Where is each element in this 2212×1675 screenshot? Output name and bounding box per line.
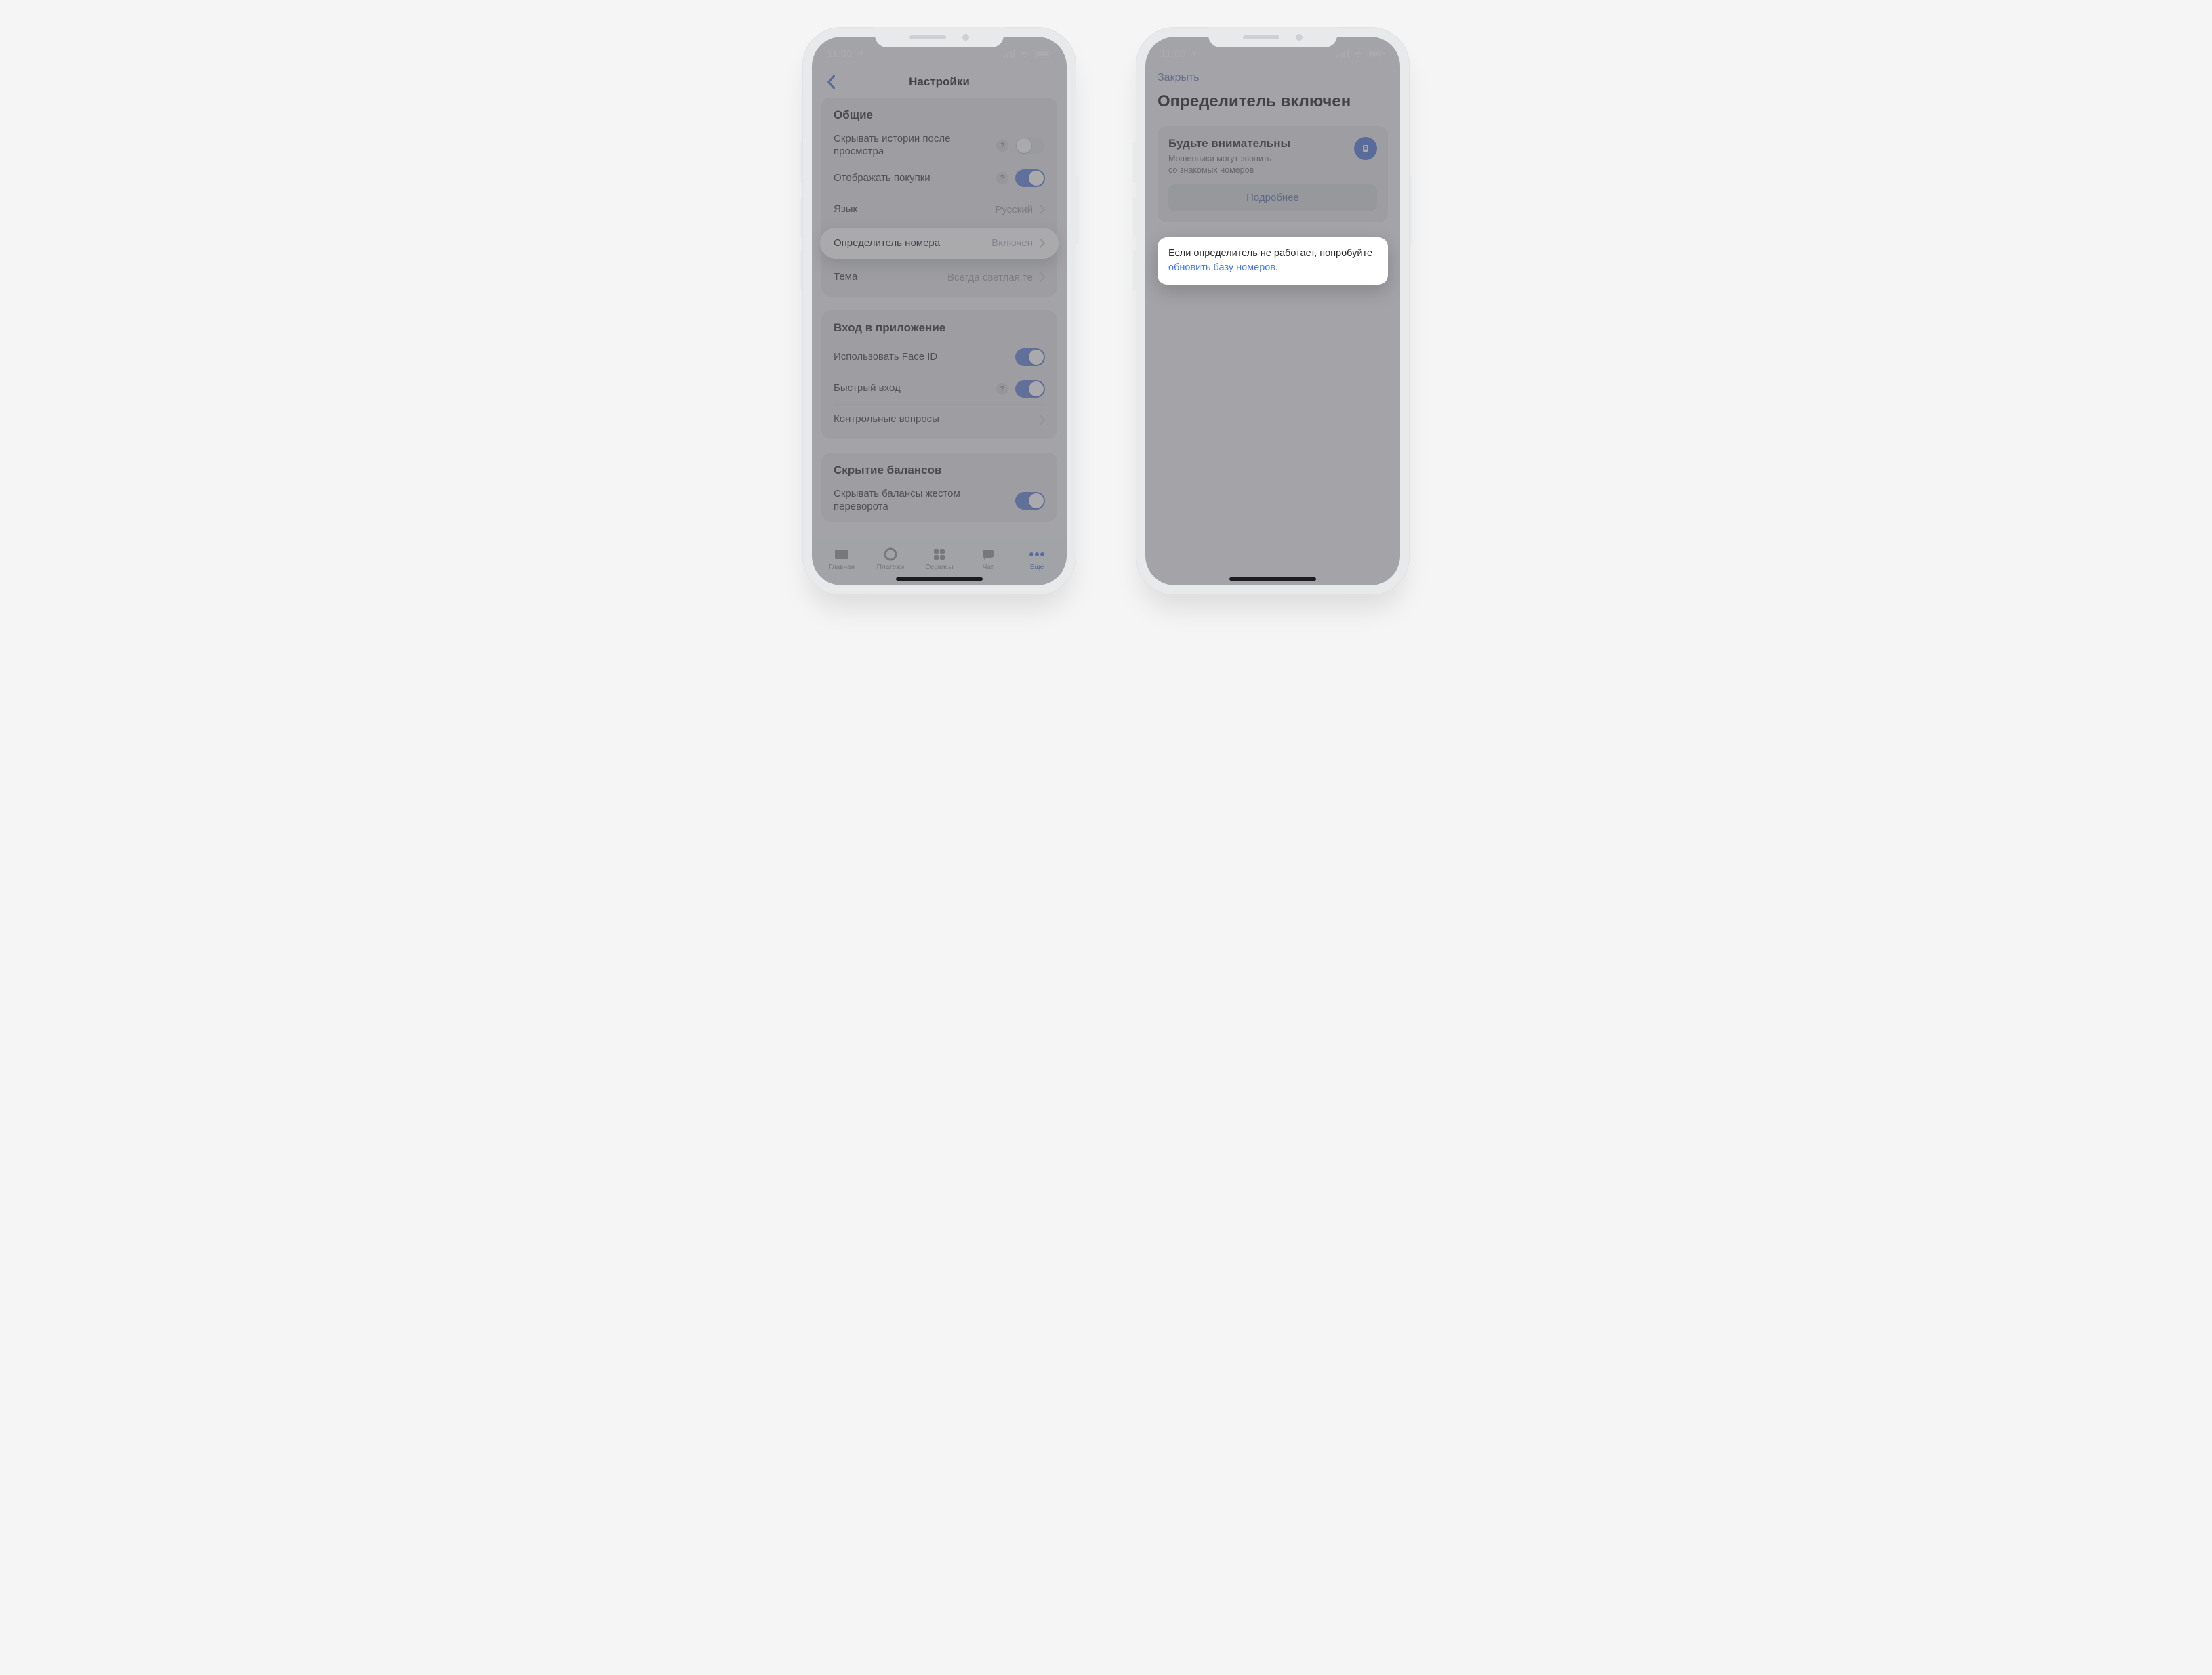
row-show-purchases[interactable]: Отображать покупки ?	[834, 163, 1045, 194]
tab-label: Главная	[829, 564, 855, 571]
hint-text: Если определитель не работает, попробуйт…	[1168, 248, 1372, 259]
row-label: Тема	[834, 271, 941, 284]
row-label: Язык	[834, 203, 988, 216]
modal-title: Определитель включен	[1158, 92, 1388, 111]
payments-icon	[882, 547, 899, 562]
toggle-balances[interactable]	[1015, 492, 1045, 510]
row-caller-id[interactable]: Определитель номера Включен	[820, 228, 1059, 260]
row-value: Всегда светлая те	[947, 272, 1033, 283]
notice-card: Будьте внимательны Мошенники могут звони…	[1158, 126, 1388, 222]
help-icon[interactable]: ?	[996, 140, 1008, 152]
hint-text-after: .	[1275, 262, 1278, 273]
row-language[interactable]: Язык Русский	[834, 194, 1045, 225]
row-value: Включен	[991, 237, 1033, 249]
tab-payments[interactable]: Платежи	[866, 541, 915, 576]
section-title-balances: Скрытие балансов	[834, 463, 1045, 477]
row-value: Русский	[995, 204, 1033, 215]
help-icon[interactable]: ?	[996, 172, 1008, 184]
hint-card: Если определитель не работает, попробуйт…	[1158, 237, 1388, 285]
more-icon	[1029, 547, 1045, 562]
section-general: Общие Скрывать истории после просмотра ?…	[821, 98, 1057, 297]
home-indicator[interactable]	[896, 577, 983, 581]
row-hide-balances[interactable]: Скрывать балансы жестом переворота	[834, 484, 1045, 518]
help-icon[interactable]: ?	[996, 383, 1008, 395]
chevron-right-icon	[1040, 239, 1045, 248]
row-label: Использовать Face ID	[834, 351, 1008, 364]
status-time: 11:00	[827, 48, 853, 60]
phone-mock-right: 11:00	[1136, 27, 1410, 595]
toggle-quick[interactable]	[1015, 380, 1045, 398]
tab-chat[interactable]: Чат	[964, 541, 1012, 576]
section-title-login: Вход в приложение	[834, 321, 1045, 335]
home-indicator[interactable]	[1229, 577, 1316, 581]
battery-icon	[1034, 49, 1052, 58]
row-label: Определитель номера	[834, 237, 985, 250]
chevron-right-icon	[1040, 205, 1045, 214]
home-icon	[834, 547, 850, 562]
screen-left: 11:00	[812, 37, 1067, 585]
notice-title: Будьте внимательны	[1168, 137, 1346, 150]
chevron-right-icon	[1040, 272, 1045, 282]
status-time: 11:00	[1160, 48, 1186, 60]
signal-icon	[1003, 49, 1015, 58]
wifi-icon	[1353, 49, 1364, 58]
settings-content: Общие Скрывать истории после просмотра ?…	[812, 98, 1067, 537]
row-security-questions[interactable]: Контрольные вопросы	[834, 404, 1045, 435]
tab-label: Сервисы	[925, 564, 953, 571]
section-title-general: Общие	[834, 108, 1045, 122]
location-icon	[857, 49, 865, 58]
notch	[875, 27, 1004, 47]
tab-home[interactable]: Главная	[817, 541, 866, 576]
tab-services[interactable]: Сервисы	[915, 541, 964, 576]
location-icon	[1190, 49, 1198, 58]
row-label: Контрольные вопросы	[834, 413, 1033, 426]
info-icon	[1354, 137, 1377, 160]
tab-label: Чат	[983, 564, 994, 571]
chevron-right-icon	[1040, 415, 1045, 425]
notice-subtitle: Мошенники могут звонить со знакомых номе…	[1168, 153, 1346, 176]
signal-icon	[1336, 49, 1349, 58]
row-label: Быстрый вход	[834, 382, 989, 395]
dim-overlay	[1145, 37, 1400, 585]
nav-bar: Настройки	[812, 66, 1067, 98]
toggle-show-purchases[interactable]	[1015, 169, 1045, 187]
row-hide-stories[interactable]: Скрывать истории после просмотра ?	[834, 129, 1045, 163]
tab-more[interactable]: Еще	[1012, 541, 1061, 576]
nav-title: Настройки	[909, 75, 970, 89]
more-button[interactable]: Подробнее	[1168, 184, 1377, 211]
toggle-hide-stories[interactable]	[1015, 137, 1045, 154]
notch	[1208, 27, 1337, 47]
row-label: Скрывать балансы жестом переворота	[834, 488, 1008, 514]
row-theme[interactable]: Тема Всегда светлая те	[834, 262, 1045, 293]
section-login: Вход в приложение Использовать Face ID Б…	[821, 310, 1057, 439]
battery-icon	[1368, 49, 1385, 58]
section-balances: Скрытие балансов Скрывать балансы жестом…	[821, 453, 1057, 522]
back-button[interactable]	[821, 73, 840, 91]
tab-label: Еще	[1030, 564, 1044, 571]
row-faceid[interactable]: Использовать Face ID	[834, 342, 1045, 373]
phone-mock-left: 11:00	[802, 27, 1076, 595]
modal-header: Закрыть Определитель включен	[1145, 66, 1400, 117]
update-db-link[interactable]: обновить базу номеров	[1168, 262, 1275, 273]
close-button[interactable]: Закрыть	[1158, 68, 1200, 88]
row-label: Отображать покупки	[834, 172, 989, 185]
toggle-faceid[interactable]	[1015, 348, 1045, 366]
chat-icon	[980, 547, 996, 562]
tab-label: Платежи	[877, 564, 905, 571]
row-quick-login[interactable]: Быстрый вход ?	[834, 373, 1045, 404]
row-label: Скрывать истории после просмотра	[834, 133, 989, 159]
screen-right: 11:00	[1145, 37, 1400, 585]
services-icon	[931, 547, 947, 562]
wifi-icon	[1019, 49, 1030, 58]
